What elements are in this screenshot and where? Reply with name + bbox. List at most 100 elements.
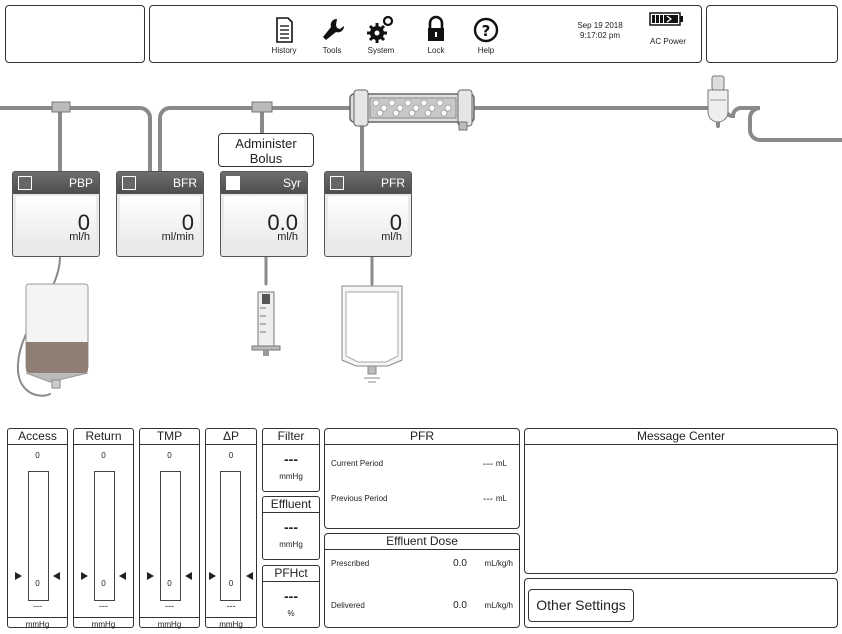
system-button[interactable]: System: [355, 12, 407, 55]
power-status: AC Power: [644, 12, 692, 46]
pump-status-icon: [122, 176, 136, 190]
gauge-min: 0: [228, 579, 234, 588]
pfr-previous-label: Previous Period: [331, 494, 388, 503]
pfhct-unit: %: [287, 609, 295, 618]
gauge-title: Access: [8, 429, 67, 445]
pump-bfr-unit: ml/min: [161, 231, 194, 243]
delivered-label: Delivered: [331, 601, 365, 610]
gauge-access[interactable]: Access 0 0 --- mmHg: [7, 428, 68, 629]
gauge-value: ---: [99, 601, 108, 611]
pfhct-value-box[interactable]: PFHct --- %: [262, 565, 320, 628]
gauge-min: 0: [101, 579, 106, 588]
filter-pressure[interactable]: Filter --- mmHg: [262, 428, 320, 492]
pump-pfr-header: PFR: [325, 172, 411, 194]
effluent-pressure[interactable]: Effluent --- mmHg: [262, 496, 320, 560]
gauge-value: ---: [226, 601, 236, 611]
lock-button[interactable]: Lock: [410, 12, 462, 55]
pfr-current-row: Current Period --- mL: [331, 459, 513, 470]
gauge-title: TMP: [140, 429, 199, 445]
battery-plug-icon: [649, 12, 683, 26]
history-button[interactable]: History: [258, 12, 310, 55]
filter-title: Filter: [263, 429, 319, 445]
t-connector-pbp: [51, 101, 71, 113]
pump-pbp-unit: ml/h: [69, 231, 90, 243]
pfhct-value: ---: [284, 588, 298, 604]
gauge-return[interactable]: Return 0 0 --- mmHg: [73, 428, 134, 629]
pump-syr-name: Syr: [283, 176, 301, 190]
pfr-current-value: ---: [483, 459, 493, 470]
gauge-value: ---: [165, 601, 174, 611]
history-label: History: [271, 46, 297, 55]
gauge-max: 0: [228, 451, 234, 460]
delivered-row: Delivered 0.0 mL/kg/h: [331, 600, 513, 611]
filter-outlet-line: [470, 106, 720, 128]
venous-line: [723, 106, 842, 142]
filter-unit: mmHg: [279, 472, 303, 481]
prescribed-unit: mL/kg/h: [484, 559, 513, 568]
gauge-unit: mmHg: [8, 617, 67, 629]
tools-label: Tools: [322, 46, 342, 55]
gauge-min: 0: [167, 579, 172, 588]
header-right-panel: [706, 5, 838, 63]
gauge-tmp[interactable]: TMP 0 0 --- mmHg: [139, 428, 200, 629]
effluent-unit: mmHg: [279, 540, 303, 549]
header-toolbar: History Tools System Lock ? Help Sep 19 …: [149, 5, 702, 63]
bolus-label-line2: Bolus: [249, 151, 283, 166]
gauge-unit: mmHg: [206, 617, 256, 629]
pfhct-title: PFHct: [263, 566, 319, 582]
pump-bfr-name: BFR: [173, 176, 197, 190]
help-button[interactable]: ? Help: [460, 12, 512, 55]
prescribed-label: Prescribed: [331, 559, 370, 568]
pbp-fluid-bag: [25, 283, 89, 389]
gauge-delta-p[interactable]: ΔP 0 0 --- mmHg: [205, 428, 257, 629]
help-label: Help: [477, 46, 495, 55]
gauge-max: 0: [35, 451, 40, 460]
pfr-previous-value: ---: [483, 494, 493, 505]
lock-icon: [428, 15, 444, 41]
power-label: AC Power: [649, 37, 686, 46]
pump-bfr-header: BFR: [117, 172, 203, 194]
effluent-title: Effluent: [263, 497, 319, 513]
svg-text:?: ?: [482, 22, 491, 40]
gauge-max: 0: [167, 451, 172, 460]
pfr-current-unit: mL: [495, 459, 507, 468]
message-center[interactable]: Message Center: [524, 428, 838, 574]
prescribed-value: 0.0: [453, 558, 467, 569]
gauge-max: 0: [101, 451, 106, 460]
time-text: 9:17:02 pm: [579, 31, 621, 40]
gauge-title: ΔP: [206, 429, 256, 445]
bolus-label-line1: Administer: [235, 136, 297, 151]
prescribed-row: Prescribed 0.0 mL/kg/h: [331, 558, 513, 569]
pump-pfr[interactable]: PFR 0 ml/h: [324, 171, 412, 257]
pump-bfr[interactable]: BFR 0 ml/min: [116, 171, 204, 257]
gauge-unit: mmHg: [140, 617, 199, 629]
delivered-value: 0.0: [453, 600, 467, 611]
pfr-panel-title: PFR: [325, 429, 519, 445]
help-icon: ?: [473, 17, 499, 43]
document-icon: [276, 17, 293, 43]
other-settings-button[interactable]: Other Settings: [528, 589, 634, 622]
pump-pbp[interactable]: PBP 0 ml/h: [12, 171, 100, 257]
pfr-panel[interactable]: PFR Current Period --- mL Previous Perio…: [324, 428, 520, 529]
date-time: Sep 19 2018 9:17:02 pm: [560, 21, 640, 41]
date-text: Sep 19 2018: [577, 21, 623, 30]
gauge-min: 0: [35, 579, 40, 588]
administer-bolus-button[interactable]: Administer Bolus: [218, 133, 314, 167]
effluent-dose-panel[interactable]: Effluent Dose Prescribed 0.0 mL/kg/h Del…: [324, 533, 520, 628]
system-label: System: [367, 46, 395, 55]
pfr-current-label: Current Period: [331, 459, 384, 468]
pump-syr[interactable]: Syr 0.0 ml/h: [220, 171, 308, 257]
hemofilter: [349, 89, 475, 131]
pfr-previous-unit: mL: [495, 494, 507, 503]
tools-button[interactable]: Tools: [306, 12, 358, 55]
pump-syr-unit: ml/h: [277, 231, 298, 243]
gauge-value: ---: [33, 601, 42, 611]
pfr-previous-row: Previous Period --- mL: [331, 494, 513, 505]
message-center-title: Message Center: [525, 429, 837, 445]
header-left-panel: [5, 5, 145, 63]
pump-status-icon: [18, 176, 32, 190]
return-line: [0, 106, 152, 174]
lock-label: Lock: [427, 46, 445, 55]
gauge-unit: mmHg: [74, 617, 133, 629]
air-trap: [707, 75, 729, 123]
